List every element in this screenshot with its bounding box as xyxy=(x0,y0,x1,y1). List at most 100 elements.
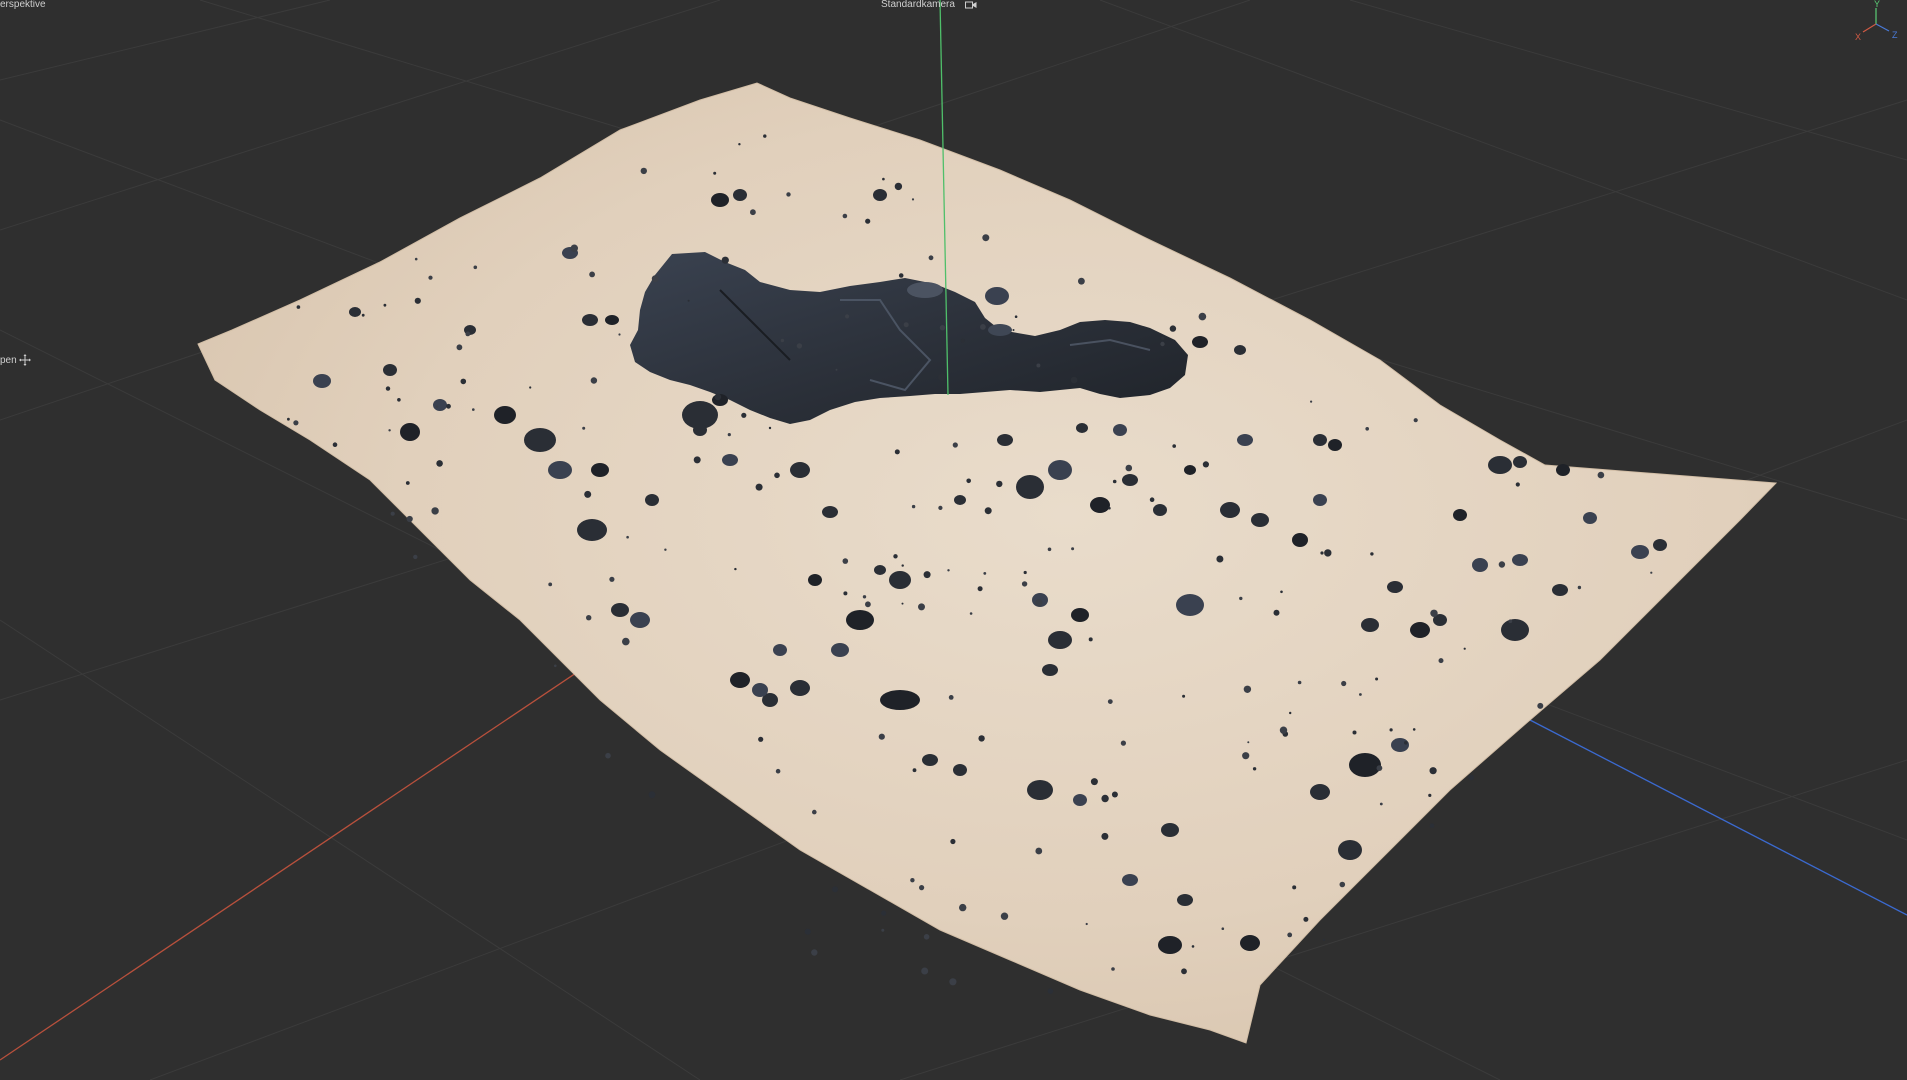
stone xyxy=(605,315,619,325)
pebble xyxy=(296,305,301,309)
pebble xyxy=(1280,590,1283,594)
pebble xyxy=(842,558,849,564)
pebble xyxy=(894,449,900,455)
stone xyxy=(630,612,650,628)
pebble xyxy=(1221,927,1225,930)
pebble xyxy=(414,257,418,261)
pebble xyxy=(1000,912,1009,920)
pebble xyxy=(969,612,973,615)
pebble xyxy=(1090,778,1098,786)
pebble xyxy=(664,548,667,551)
stone xyxy=(349,307,361,317)
stone xyxy=(1631,545,1649,559)
move-icon[interactable] xyxy=(19,354,31,366)
pebble xyxy=(1024,489,1028,493)
pebble xyxy=(605,752,611,759)
pebble xyxy=(586,615,592,621)
pebble xyxy=(1352,730,1357,735)
pebble xyxy=(918,603,925,611)
stone xyxy=(1122,874,1138,886)
viewport-canvas[interactable] xyxy=(0,0,1907,1080)
pebble xyxy=(1202,461,1209,468)
pebble xyxy=(741,412,747,418)
side-panel-label[interactable]: pen xyxy=(0,355,17,367)
pebble xyxy=(1389,728,1393,732)
stone xyxy=(954,495,966,505)
3d-viewport[interactable]: erspektive Standardkamera pen Y X Z xyxy=(0,0,1907,1080)
stone xyxy=(1313,434,1327,446)
pebble xyxy=(1107,699,1113,704)
pebble xyxy=(1036,363,1041,368)
pebble xyxy=(1149,497,1155,503)
pebble xyxy=(1289,711,1292,715)
pebble xyxy=(1376,765,1383,771)
pebble xyxy=(428,275,433,280)
stone xyxy=(953,764,967,776)
stone xyxy=(730,672,750,688)
camera-label[interactable]: Standardkamera xyxy=(881,0,955,11)
pebble xyxy=(1181,968,1187,975)
pebble xyxy=(894,182,903,191)
pebble xyxy=(1370,552,1374,556)
stone xyxy=(1048,460,1072,480)
pebble xyxy=(734,567,737,571)
view-mode-label[interactable]: erspektive xyxy=(0,0,46,11)
pebble xyxy=(1160,341,1165,347)
stone xyxy=(611,603,629,617)
pebble xyxy=(529,386,532,389)
pebble xyxy=(1108,506,1111,510)
pebble xyxy=(1303,916,1309,922)
pebble xyxy=(811,949,818,956)
pebble xyxy=(584,490,592,498)
pebble xyxy=(1413,418,1418,423)
pebble xyxy=(1438,658,1444,664)
stone xyxy=(1240,935,1260,951)
stone xyxy=(808,574,822,586)
pebble xyxy=(881,928,885,932)
stone xyxy=(1192,336,1208,348)
stone xyxy=(790,462,810,478)
pebble xyxy=(687,299,690,302)
pebble xyxy=(390,511,395,516)
pebble xyxy=(414,297,421,304)
stone xyxy=(1512,554,1528,566)
stone xyxy=(1016,475,1044,499)
pebble xyxy=(1650,571,1653,574)
stone xyxy=(1349,753,1381,777)
pebble xyxy=(750,209,756,216)
pebble xyxy=(456,344,463,351)
stone xyxy=(433,399,447,411)
pebble xyxy=(938,373,946,381)
pebble xyxy=(1429,767,1437,775)
stone xyxy=(1251,513,1269,527)
pebble xyxy=(1120,740,1126,746)
stone xyxy=(1313,494,1327,506)
pebble xyxy=(1508,619,1513,623)
stone xyxy=(722,454,738,466)
pebble xyxy=(1191,945,1195,948)
stone xyxy=(1234,345,1246,355)
stone xyxy=(822,506,838,518)
camera-icon[interactable] xyxy=(965,0,977,10)
pebble xyxy=(835,368,838,371)
pebble xyxy=(1014,315,1018,319)
pebble xyxy=(460,378,467,385)
pebble xyxy=(721,256,729,264)
pebble xyxy=(293,420,299,426)
pebble xyxy=(938,505,943,510)
pebble xyxy=(1287,932,1293,938)
pebble xyxy=(1101,832,1109,840)
stone xyxy=(1653,539,1667,551)
pebble xyxy=(903,322,909,328)
stone xyxy=(1552,584,1568,596)
pebble xyxy=(832,886,839,893)
pebble xyxy=(361,313,365,317)
pebble xyxy=(1125,464,1133,472)
pebble xyxy=(978,735,985,742)
pebble xyxy=(397,398,401,402)
pebble xyxy=(1111,791,1118,798)
pebble xyxy=(949,978,957,986)
pebble xyxy=(966,478,971,484)
pebble xyxy=(582,426,586,430)
pebble xyxy=(472,408,475,411)
